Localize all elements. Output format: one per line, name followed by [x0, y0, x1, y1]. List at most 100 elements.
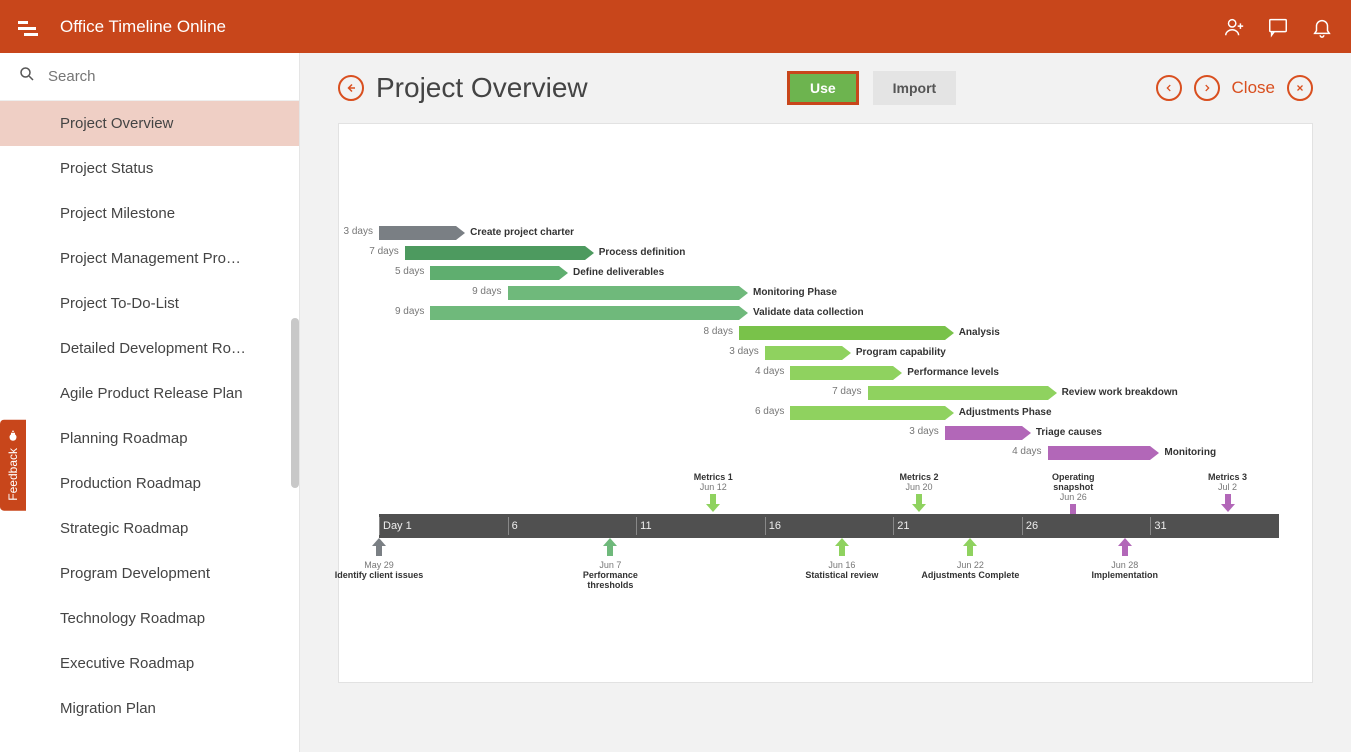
- task-duration: 3 days: [344, 226, 373, 237]
- back-button[interactable]: [338, 75, 364, 101]
- task-label: Define deliverables: [573, 267, 664, 278]
- sidebar-item[interactable]: Strategic Roadmap: [0, 506, 299, 551]
- task-bar: 7 days: [868, 386, 1048, 400]
- task-duration: 9 days: [472, 286, 501, 297]
- task-row: 7 days Process definition: [405, 244, 686, 261]
- import-button[interactable]: Import: [873, 71, 957, 105]
- task-bar: 4 days: [1048, 446, 1151, 460]
- sidebar-item[interactable]: Agile Product Release Plan: [0, 371, 299, 416]
- task-label: Process definition: [599, 247, 686, 258]
- sidebar-item[interactable]: Detailed Development Ro…: [0, 326, 299, 371]
- sidebar-item[interactable]: Project Management Pro…: [0, 236, 299, 281]
- add-user-icon[interactable]: [1223, 16, 1245, 38]
- task-label: Review work breakdown: [1062, 387, 1178, 398]
- search-row: [0, 53, 299, 101]
- sidebar: Project OverviewProject StatusProject Mi…: [0, 53, 300, 752]
- task-row: 9 days Monitoring Phase: [508, 284, 837, 301]
- app-logo-icon: [18, 17, 46, 37]
- task-label: Performance levels: [907, 367, 999, 378]
- milestone-top: Metrics 2Jun 20: [879, 472, 959, 514]
- task-duration: 8 days: [704, 326, 733, 337]
- task-bar: 3 days: [379, 226, 456, 240]
- task-row: 6 days Adjustments Phase: [790, 404, 1051, 421]
- task-label: Create project charter: [470, 227, 574, 238]
- task-bar: 9 days: [430, 306, 739, 320]
- search-input[interactable]: [48, 68, 281, 85]
- task-bar: 9 days: [508, 286, 739, 300]
- task-label: Analysis: [959, 327, 1000, 338]
- task-duration: 9 days: [395, 306, 424, 317]
- task-duration: 5 days: [395, 266, 424, 277]
- milestone-bottom: Jun 28Implementation: [1075, 538, 1175, 580]
- page-title: Project Overview: [376, 72, 588, 104]
- task-duration: 6 days: [755, 406, 784, 417]
- sidebar-item[interactable]: Production Roadmap: [0, 461, 299, 506]
- feedback-tab[interactable]: Feedback: [0, 420, 26, 511]
- task-label: Adjustments Phase: [959, 407, 1052, 418]
- use-button[interactable]: Use: [787, 71, 859, 105]
- sidebar-item[interactable]: Project Milestone: [0, 191, 299, 236]
- milestone-top: Metrics 3Jul 2: [1188, 472, 1268, 514]
- axis-tick: 31: [1150, 520, 1166, 532]
- sidebar-item[interactable]: Program Development: [0, 551, 299, 596]
- lightbulb-icon: [6, 430, 20, 442]
- feedback-label: Feedback: [6, 448, 20, 501]
- milestone-bottom: Jun 22Adjustments Complete: [920, 538, 1020, 580]
- task-label: Program capability: [856, 347, 946, 358]
- template-list[interactable]: Project OverviewProject StatusProject Mi…: [0, 101, 299, 752]
- axis-tick: 6: [508, 520, 518, 532]
- sidebar-item[interactable]: Technology Roadmap: [0, 596, 299, 641]
- prev-button[interactable]: [1156, 75, 1182, 101]
- sidebar-item[interactable]: Migration Plan: [0, 686, 299, 731]
- sidebar-item[interactable]: Project To-Do-List: [0, 281, 299, 326]
- close-label[interactable]: Close: [1232, 78, 1275, 98]
- main-area: Project Overview Use Import Close 3 days…: [300, 53, 1351, 752]
- task-row: 7 days Review work breakdown: [868, 384, 1178, 401]
- task-duration: 4 days: [1012, 446, 1041, 457]
- task-row: 9 daysValidate data collection: [430, 304, 863, 321]
- task-row: 8 days Analysis: [739, 324, 1000, 341]
- app-title: Office Timeline Online: [60, 17, 226, 37]
- sidebar-item[interactable]: Executive Roadmap: [0, 641, 299, 686]
- task-bar: 5 days: [430, 266, 559, 280]
- app-header: Office Timeline Online: [0, 0, 1351, 53]
- scrollbar[interactable]: [291, 318, 299, 488]
- task-duration: 7 days: [369, 246, 398, 257]
- title-row: Project Overview Use Import Close: [338, 71, 1313, 105]
- chat-icon[interactable]: [1267, 16, 1289, 38]
- axis-tick: 26: [1022, 520, 1038, 532]
- axis-tick: 11: [636, 520, 651, 532]
- task-label: Monitoring Phase: [753, 287, 837, 298]
- task-row: 4 days Performance levels: [790, 364, 999, 381]
- axis-tick: Day 1: [379, 520, 412, 532]
- task-bar: 8 days: [739, 326, 945, 340]
- timeline-axis: Day 1 6 11 16 21 26 31: [379, 514, 1279, 538]
- task-row: 4 days Monitoring: [1048, 444, 1217, 461]
- task-label: Triage causes: [1036, 427, 1102, 438]
- task-row: 3 days Triage causes: [945, 424, 1102, 441]
- task-duration: 3 days: [729, 346, 758, 357]
- axis-tick: 21: [893, 520, 909, 532]
- sidebar-item[interactable]: Planning Roadmap: [0, 416, 299, 461]
- sidebar-item[interactable]: Project Status: [0, 146, 299, 191]
- task-duration: 7 days: [832, 386, 861, 397]
- bell-icon[interactable]: [1311, 16, 1333, 38]
- axis-tick: 16: [765, 520, 781, 532]
- task-bar: 4 days: [790, 366, 893, 380]
- timeline-canvas: 3 days Create project charter 7 days Proces…: [338, 123, 1313, 683]
- next-button[interactable]: [1194, 75, 1220, 101]
- close-button[interactable]: [1287, 75, 1313, 101]
- search-icon: [18, 65, 36, 88]
- task-bar: 3 days: [945, 426, 1022, 440]
- milestone-bottom: Jun 7Performance thresholds: [560, 538, 660, 590]
- task-duration: 4 days: [755, 366, 784, 377]
- task-row: 3 days Create project charter: [379, 224, 574, 241]
- task-bar: 6 days: [790, 406, 944, 420]
- task-duration: 3 days: [909, 426, 938, 437]
- task-label: Monitoring: [1164, 447, 1216, 458]
- milestone-bottom: May 29Identify client issues: [329, 538, 429, 580]
- task-bar: 3 days: [765, 346, 842, 360]
- task-row: 3 days Program capability: [765, 344, 946, 361]
- sidebar-item[interactable]: Project Overview: [0, 101, 299, 146]
- task-bar: 7 days: [405, 246, 585, 260]
